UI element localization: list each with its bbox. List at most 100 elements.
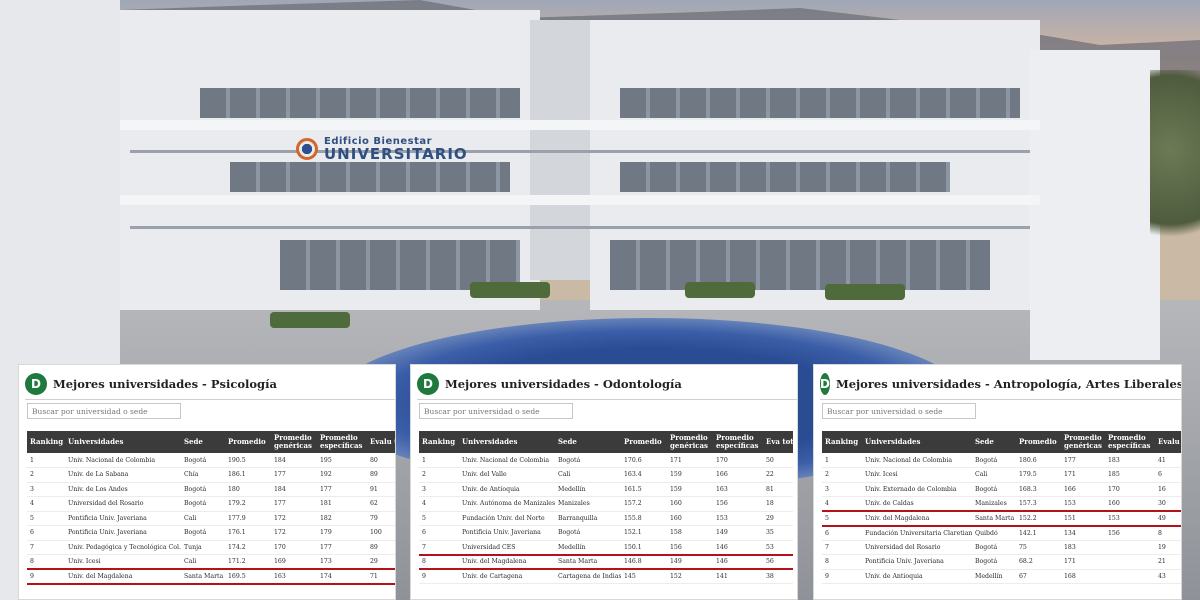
table-cell: 4 [822, 496, 862, 512]
table-cell: 152.2 [1016, 510, 1061, 527]
table-cell: Univ. Nacional de Colombia [459, 453, 555, 468]
table-row[interactable]: 9 Univ. de Antioquia Medellín 67 168 43 [822, 569, 1181, 584]
table-row[interactable]: 3 Univ. Externado de Colombia Bogotá 168.3 1… [822, 482, 1181, 497]
table-cell: 67 [1016, 569, 1061, 584]
table-cell: Bogotá [181, 496, 225, 512]
table-cell: 2 [27, 467, 65, 483]
column-header[interactable]: Promedio específicas [1105, 431, 1155, 453]
ranking-panel-odontologia: D Mejores universidades - Odontología Ra… [410, 364, 798, 600]
table-cell: Univ. de La Sabana [65, 467, 181, 483]
column-header[interactable]: Promedio [225, 431, 271, 453]
table-row[interactable]: 7 Univ. Pedagógica y Tecnológica Col. Tunj… [27, 540, 395, 555]
column-header[interactable]: Promedio genéricas [1061, 431, 1105, 453]
column-header[interactable]: Sede [972, 431, 1016, 453]
table-row[interactable]: 1 Univ. Nacional de Colombia Bogotá 180.6 17… [822, 453, 1181, 468]
column-header[interactable]: Promedio específicas [317, 431, 367, 453]
table-row[interactable]: 8 Pontificia Univ. Javeriana Bogotá 68.2 171… [822, 554, 1181, 570]
table-header-row: Ranking Universidades Sede Promedio Promedio… [419, 431, 793, 453]
table-cell: 50 [763, 453, 793, 468]
column-header[interactable]: Ranking [419, 431, 459, 453]
table-cell: 142.1 [1016, 525, 1061, 541]
table-cell: Fundación Univ. del Norte [459, 511, 555, 526]
table-cell: 195 [317, 453, 367, 468]
table-cell: 141 [713, 569, 763, 584]
table-cell: 4 [419, 496, 459, 512]
table-row[interactable]: 7 Universidad CES Medellín 150.1 156 146 53 [419, 540, 793, 555]
column-header[interactable]: Universidades [65, 431, 181, 453]
table-row[interactable]: 4 Univ. Autónoma de Manizales Manizales 157… [419, 496, 793, 512]
column-header[interactable]: Universidades [862, 431, 972, 453]
table-cell: 159 [667, 467, 713, 483]
windows [200, 88, 520, 118]
table-cell: 168.3 [1016, 482, 1061, 497]
table-row[interactable]: 5 Fundación Univ. del Norte Barranquilla 15… [419, 511, 793, 526]
column-header[interactable]: Evalu total [367, 431, 395, 453]
table-cell: 29 [367, 554, 395, 570]
column-header[interactable]: Ranking [822, 431, 862, 453]
table-row[interactable]: 8 Univ. Icesi Cali 171.2 169 173 29 [27, 554, 395, 570]
table-row[interactable]: 6 Pontificia Univ. Javeriana Bogotá 152.1 15… [419, 525, 793, 541]
table-row[interactable]: 1 Univ. Nacional de Colombia Bogotá 190.5 18… [27, 453, 395, 468]
windows [610, 240, 990, 290]
table-cell: 22 [763, 467, 793, 483]
table-cell: 171 [667, 453, 713, 468]
table-row[interactable]: 1 Univ. Nacional de Colombia Bogotá 170.6 17… [419, 453, 793, 468]
table-cell: 1 [419, 453, 459, 468]
table-cell: Cartagena de Indias [555, 569, 621, 584]
search-input[interactable] [419, 403, 573, 419]
table-row[interactable]: 9 Univ. del Magdalena Santa Marta 169.5 163 1… [27, 568, 395, 585]
table-row[interactable]: 5 Pontificia Univ. Javeriana Cali 177.9 172 1… [27, 511, 395, 526]
table-row[interactable]: 2 Univ. de La Sabana Chía 186.1 177 192 89 [27, 467, 395, 483]
table-cell: Quibdó [972, 525, 1016, 541]
table-cell: 168 [1061, 569, 1105, 584]
table-cell: Pontificia Univ. Javeriana [65, 525, 181, 541]
column-header[interactable]: Promedio genéricas [271, 431, 317, 453]
panel-title: Mejores universidades - Psicología [53, 377, 277, 391]
column-header[interactable]: Promedio [1016, 431, 1061, 453]
column-header[interactable]: Eva tota [763, 431, 793, 453]
search-input[interactable] [822, 403, 976, 419]
site-logo-icon: D [417, 373, 439, 395]
table-cell: 163 [271, 568, 317, 585]
column-header[interactable]: Sede [181, 431, 225, 453]
table-cell: 179 [317, 525, 367, 541]
table-row[interactable]: 4 Univ. de Caldas Manizales 157.3 153 160 30 [822, 496, 1181, 512]
table-cell: 155.8 [621, 511, 667, 526]
table-cell: 173 [317, 554, 367, 570]
table-row[interactable]: 7 Universidad del Rosario Bogotá 75 183 19 [822, 540, 1181, 555]
column-header[interactable]: Evalu total [1155, 431, 1181, 453]
table-cell: 183 [1061, 540, 1105, 555]
divider [25, 399, 395, 400]
table-cell: Medellín [555, 540, 621, 555]
table-row[interactable]: 9 Univ. de Cartagena Cartagena de Indias 14… [419, 569, 793, 584]
table-cell: Univ. Nacional de Colombia [65, 453, 181, 468]
table-cell: 75 [1016, 540, 1061, 555]
sign-line-2: UNIVERSITARIO [324, 144, 468, 163]
table-cell: Cali [181, 554, 225, 570]
column-header[interactable]: Ranking [27, 431, 65, 453]
table-cell: 21 [1155, 554, 1181, 570]
table-cell: 160 [667, 511, 713, 526]
table-row[interactable]: 6 Pontificia Univ. Javeriana Bogotá 176.1 17… [27, 525, 395, 541]
column-header[interactable]: Promedio específicas [713, 431, 763, 453]
column-header[interactable]: Sede [555, 431, 621, 453]
column-header[interactable]: Promedio [621, 431, 667, 453]
table-row[interactable]: 3 Univ. de Antioquia Medellín 161.5 159 163 81 [419, 482, 793, 497]
table-cell: 190.5 [225, 453, 271, 468]
table-cell: Cali [555, 467, 621, 483]
column-header[interactable]: Promedio genéricas [667, 431, 713, 453]
table-row[interactable]: 3 Univ. de Los Andes Bogotá 180 184 177 91 [27, 482, 395, 497]
column-header[interactable]: Universidades [459, 431, 555, 453]
table-cell: 192 [317, 467, 367, 483]
table-cell: 182 [317, 511, 367, 526]
table-cell: 151 [1061, 510, 1105, 527]
table-row[interactable]: 5 Univ. del Magdalena Santa Marta 152.2 151 1… [822, 510, 1181, 527]
search-input[interactable] [27, 403, 181, 419]
table-row[interactable]: 2 Univ. Icesi Cali 179.5 171 185 6 [822, 467, 1181, 483]
table-row[interactable]: 4 Universidad del Rosario Bogotá 179.2 177 18… [27, 496, 395, 512]
table-row[interactable]: 6 Fundación Universitaria Claretiana Quibd… [822, 525, 1181, 541]
table-row[interactable]: 8 Univ. del Magdalena Santa Marta 146.8 149 1… [419, 553, 793, 570]
table-row[interactable]: 2 Univ. del Valle Cali 163.4 159 166 22 [419, 467, 793, 483]
building-tower-right [1030, 50, 1160, 360]
table-cell: 79 [367, 511, 395, 526]
